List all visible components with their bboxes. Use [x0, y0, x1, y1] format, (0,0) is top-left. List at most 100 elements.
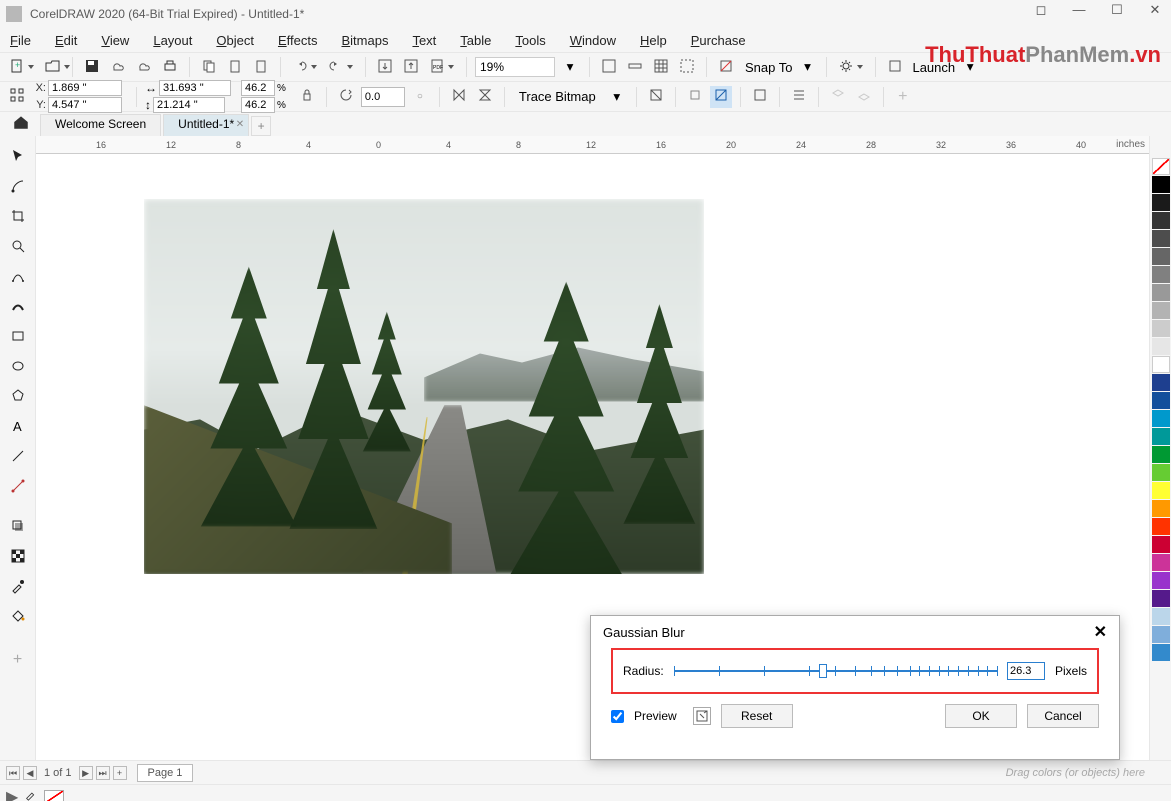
palette-swatch[interactable] [1152, 176, 1170, 193]
zoom-tool[interactable] [4, 232, 32, 260]
dimension-tool[interactable] [4, 472, 32, 500]
y-input[interactable] [48, 97, 122, 113]
menu-bitmaps[interactable]: Bitmaps [341, 33, 388, 48]
new-tab-button[interactable]: + [251, 116, 271, 136]
palette-swatch[interactable] [1152, 392, 1170, 409]
welcome-tab[interactable]: Welcome Screen [40, 114, 161, 136]
colorbar-arrow[interactable]: ▶ [6, 787, 18, 801]
menu-purchase[interactable]: Purchase [691, 33, 746, 48]
ellipse-tool[interactable] [4, 352, 32, 380]
text-tool[interactable]: A [4, 412, 32, 440]
user-icon[interactable]: ◻ [1029, 2, 1053, 18]
copy-button[interactable] [198, 56, 220, 78]
palette-swatch[interactable] [1152, 482, 1170, 499]
menu-object[interactable]: Object [216, 33, 254, 48]
import-button[interactable] [374, 56, 396, 78]
scale-x-input[interactable] [241, 80, 275, 96]
palette-swatch[interactable] [1152, 446, 1170, 463]
page-next-button[interactable]: ▶ [79, 766, 93, 780]
palette-swatch[interactable] [1152, 500, 1170, 517]
width-input[interactable] [159, 80, 231, 96]
palette-swatch[interactable] [1152, 572, 1170, 589]
eyedropper-icon[interactable] [24, 787, 38, 801]
fill-swatch[interactable] [44, 790, 64, 801]
close-button[interactable]: ✕ [1143, 2, 1167, 18]
home-icon[interactable] [12, 113, 30, 134]
page-tab-1[interactable]: Page 1 [137, 764, 194, 782]
palette-swatch[interactable] [1152, 608, 1170, 625]
lock-ratio-button[interactable] [296, 86, 318, 108]
add-preset-button[interactable]: + [892, 86, 914, 108]
fill-tool[interactable] [4, 602, 32, 630]
undo-button[interactable] [289, 56, 311, 78]
menu-help[interactable]: Help [640, 33, 667, 48]
guides-button[interactable] [676, 56, 698, 78]
palette-swatch[interactable] [1152, 320, 1170, 337]
palette-swatch[interactable] [1152, 464, 1170, 481]
minimize-button[interactable]: — [1067, 2, 1091, 18]
palette-swatch[interactable] [1152, 194, 1170, 211]
page-prev-button[interactable]: ◀ [23, 766, 37, 780]
palette-swatch[interactable] [1152, 248, 1170, 265]
crop-bitmap-button[interactable] [684, 86, 706, 108]
document-tab-active[interactable]: Untitled-1* ✕ [163, 114, 249, 136]
mirror-v-button[interactable] [474, 86, 496, 108]
menu-table[interactable]: Table [460, 33, 491, 48]
new-button[interactable]: + [6, 56, 28, 78]
edit-bitmap-button[interactable] [645, 86, 667, 108]
dialog-close-button[interactable]: ✕ [1094, 622, 1107, 642]
rotation-reset-button[interactable]: ○ [409, 86, 431, 108]
print-button[interactable] [159, 56, 181, 78]
palette-swatch[interactable] [1152, 518, 1170, 535]
redo-button[interactable] [325, 56, 347, 78]
palette-swatch[interactable] [1152, 284, 1170, 301]
line-tool[interactable] [4, 442, 32, 470]
palette-swatch[interactable] [1152, 356, 1170, 373]
radius-slider[interactable] [674, 662, 997, 680]
freehand-tool[interactable] [4, 262, 32, 290]
palette-swatch[interactable] [1152, 644, 1170, 661]
palette-swatch[interactable] [1152, 302, 1170, 319]
scale-y-input[interactable] [241, 97, 275, 113]
snap-off-button[interactable] [715, 56, 737, 78]
order-front-button[interactable] [827, 86, 849, 108]
palette-swatch[interactable] [1152, 428, 1170, 445]
trace-bitmap-button[interactable]: Trace Bitmap [513, 86, 602, 108]
menu-view[interactable]: View [101, 33, 129, 48]
paste-button[interactable] [224, 56, 246, 78]
save-button[interactable] [81, 56, 103, 78]
slider-thumb[interactable] [819, 664, 827, 678]
palette-swatch[interactable] [1152, 554, 1170, 571]
zoom-level-select[interactable] [475, 57, 555, 77]
page-add-button[interactable]: + [113, 766, 127, 780]
horizontal-ruler[interactable]: 16 12 8 4 0 4 8 12 16 20 24 28 32 36 40 … [36, 136, 1149, 154]
align-panel-button[interactable] [788, 86, 810, 108]
palette-swatch[interactable] [1152, 338, 1170, 355]
preview-checkbox[interactable] [611, 710, 624, 723]
cancel-button[interactable]: Cancel [1027, 704, 1099, 728]
menu-window[interactable]: Window [570, 33, 616, 48]
rulers-button[interactable] [624, 56, 646, 78]
menu-file[interactable]: File [10, 33, 31, 48]
x-input[interactable] [48, 80, 122, 96]
object-origin-button[interactable] [6, 86, 28, 108]
order-back-button[interactable] [853, 86, 875, 108]
palette-swatch[interactable] [1152, 266, 1170, 283]
eyedropper-tool[interactable] [4, 572, 32, 600]
mirror-h-button[interactable] [448, 86, 470, 108]
resample-button[interactable] [710, 86, 732, 108]
publish-pdf-button[interactable]: PDF [426, 56, 448, 78]
palette-swatch[interactable] [1152, 590, 1170, 607]
maximize-button[interactable]: ☐ [1105, 2, 1129, 18]
palette-swatch[interactable] [1152, 536, 1170, 553]
menu-text[interactable]: Text [412, 33, 436, 48]
cloud-down-button[interactable] [133, 56, 155, 78]
palette-swatch[interactable] [1152, 410, 1170, 427]
menu-tools[interactable]: Tools [515, 33, 545, 48]
preview-window-icon[interactable] [693, 707, 711, 725]
open-button[interactable] [42, 56, 64, 78]
shape-tool[interactable] [4, 172, 32, 200]
pick-tool[interactable] [4, 142, 32, 170]
clipboard-button[interactable] [250, 56, 272, 78]
export-button[interactable] [400, 56, 422, 78]
